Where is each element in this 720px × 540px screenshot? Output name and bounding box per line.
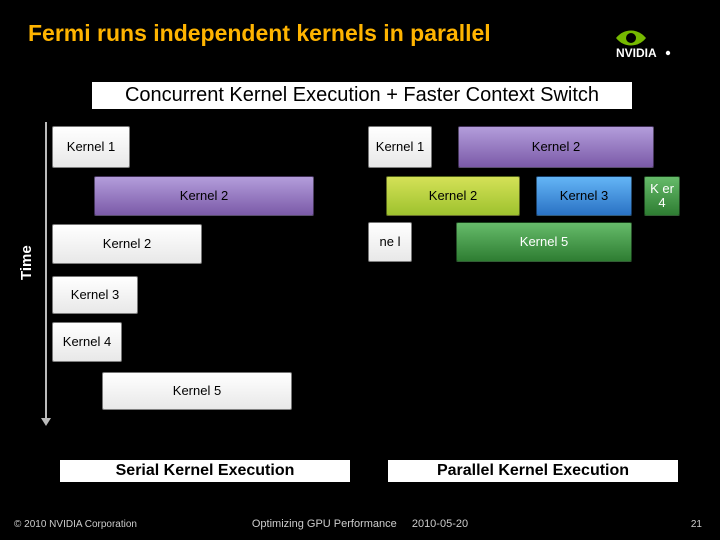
parallel-kernel-cell: Kernel 2 xyxy=(386,176,520,216)
footer-center: Optimizing GPU Performance 2010-05-20 xyxy=(0,518,720,530)
parallel-diagram: Kernel 1 Kernel 2 Kernel 2 Kernel 3 K er 4 ne… xyxy=(368,120,698,440)
time-axis-line xyxy=(45,122,47,420)
footer-center-date: 2010-05-20 xyxy=(412,518,468,530)
serial-caption: Serial Kernel Execution xyxy=(60,460,350,482)
slide-title: Fermi runs independent kernels in parall… xyxy=(28,20,491,47)
slide-subtitle: Concurrent Kernel Execution + Faster Con… xyxy=(92,82,632,109)
parallel-kernel-cell: K er 4 xyxy=(644,176,680,216)
parallel-kernel-cell: Kernel 2 xyxy=(458,126,654,168)
parallel-row: Kernel 2 Kernel 3 K er 4 xyxy=(368,176,698,216)
footer: © 2010 NVIDIA Corporation Optimizing GPU… xyxy=(0,512,720,530)
footer-page-number: 21 xyxy=(691,519,702,530)
nvidia-logo: NVIDIA xyxy=(614,24,698,60)
serial-row: Kernel 4 xyxy=(52,322,352,362)
serial-kernel-cell: Kernel 2 xyxy=(52,224,202,264)
time-axis-label: Time xyxy=(18,245,35,280)
parallel-kernel-cell: Kernel 1 xyxy=(368,126,432,168)
parallel-kernel-cell: Kernel 3 xyxy=(536,176,632,216)
serial-kernel-cell: Kernel 5 xyxy=(102,372,292,410)
serial-diagram: Kernel 1 Kernel 2 Kernel 2 Kernel 3 Kernel 4… xyxy=(52,120,352,440)
serial-kernel-cell: Kernel 2 xyxy=(94,176,314,216)
serial-kernel-cell: Kernel 3 xyxy=(52,276,138,314)
time-axis-arrowhead-icon xyxy=(41,418,51,426)
slide-root: Fermi runs independent kernels in parall… xyxy=(0,0,720,540)
logo-text: NVIDIA xyxy=(616,46,657,60)
parallel-kernel-cell: ne l xyxy=(368,222,412,262)
parallel-kernel-cell: Kernel 5 xyxy=(456,222,632,262)
serial-row: Kernel 1 xyxy=(52,126,352,168)
parallel-caption: Parallel Kernel Execution xyxy=(388,460,678,482)
parallel-row: ne l Kernel 5 xyxy=(368,222,698,262)
footer-center-title: Optimizing GPU Performance xyxy=(252,518,397,530)
parallel-row: Kernel 1 Kernel 2 xyxy=(368,126,698,168)
serial-kernel-cell: Kernel 4 xyxy=(52,322,122,362)
serial-row: Kernel 3 xyxy=(52,276,352,314)
serial-row: Kernel 2 xyxy=(52,224,352,264)
serial-kernel-cell: Kernel 1 xyxy=(52,126,130,168)
serial-row: Kernel 2 xyxy=(52,176,352,216)
serial-row: Kernel 5 xyxy=(52,372,352,410)
